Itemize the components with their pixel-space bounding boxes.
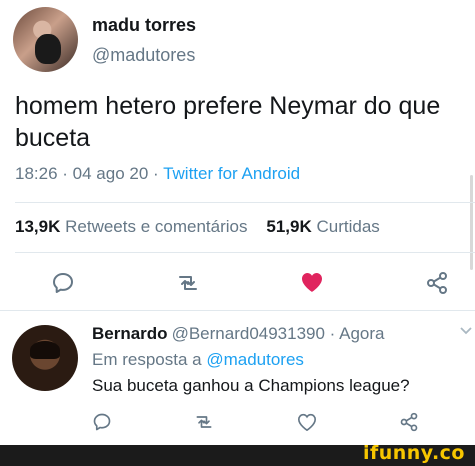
tweet-meta: 18:26 · 04 ago 20 · Twitter for Android	[15, 164, 300, 184]
tweet-timestamp: 18:26 · 04 ago 20 ·	[15, 164, 164, 183]
reply-share-icon[interactable]	[399, 412, 419, 432]
author-name[interactable]: madu torres	[92, 15, 196, 36]
reply-author[interactable]: Bernardo @Bernard04931390 · Agora	[92, 324, 385, 344]
scrollbar[interactable]	[470, 175, 473, 270]
in-reply-mention[interactable]: @madutores	[206, 350, 304, 369]
tweet-text: homem hetero prefere Neymar do que bucet…	[15, 92, 441, 152]
comment-icon[interactable]	[51, 271, 75, 295]
reply-heart-icon[interactable]	[297, 413, 317, 431]
chevron-down-icon[interactable]	[460, 326, 472, 336]
reply-comment-icon[interactable]	[92, 412, 112, 432]
in-reply-to: Em resposta a @madutores	[92, 350, 304, 370]
likes-stat[interactable]: 51,9K Curtidas	[266, 217, 379, 236]
tweet-stats: 13,9K Retweets e comentários 51,9K Curti…	[15, 217, 380, 237]
author-avatar[interactable]	[13, 7, 78, 72]
watermark-logo: ifunny.co	[362, 442, 465, 464]
likes-count: 51,9K	[266, 217, 312, 236]
reply-retweet-icon[interactable]	[193, 412, 215, 432]
divider	[0, 310, 475, 311]
in-reply-prefix: Em resposta a	[92, 350, 207, 369]
divider	[15, 252, 475, 253]
reply-author-avatar[interactable]	[12, 325, 78, 391]
author-handle[interactable]: @madutores	[92, 45, 195, 66]
retweets-count: 13,9K	[15, 217, 61, 236]
retweets-label: Retweets e comentários	[65, 217, 248, 236]
reply-text: Sua buceta ganhou a Champions league?	[92, 376, 410, 395]
divider	[15, 202, 475, 203]
likes-label: Curtidas	[316, 217, 380, 236]
reply-author-handle: @Bernard04931390 · Agora	[171, 324, 385, 343]
share-icon[interactable]	[425, 271, 449, 295]
retweet-icon[interactable]	[175, 271, 201, 295]
retweets-stat[interactable]: 13,9K Retweets e comentários	[15, 217, 247, 236]
reply-author-name: Bernardo	[92, 324, 168, 343]
tweet-source-link[interactable]: Twitter for Android	[163, 164, 300, 183]
heart-icon[interactable]	[300, 271, 324, 293]
